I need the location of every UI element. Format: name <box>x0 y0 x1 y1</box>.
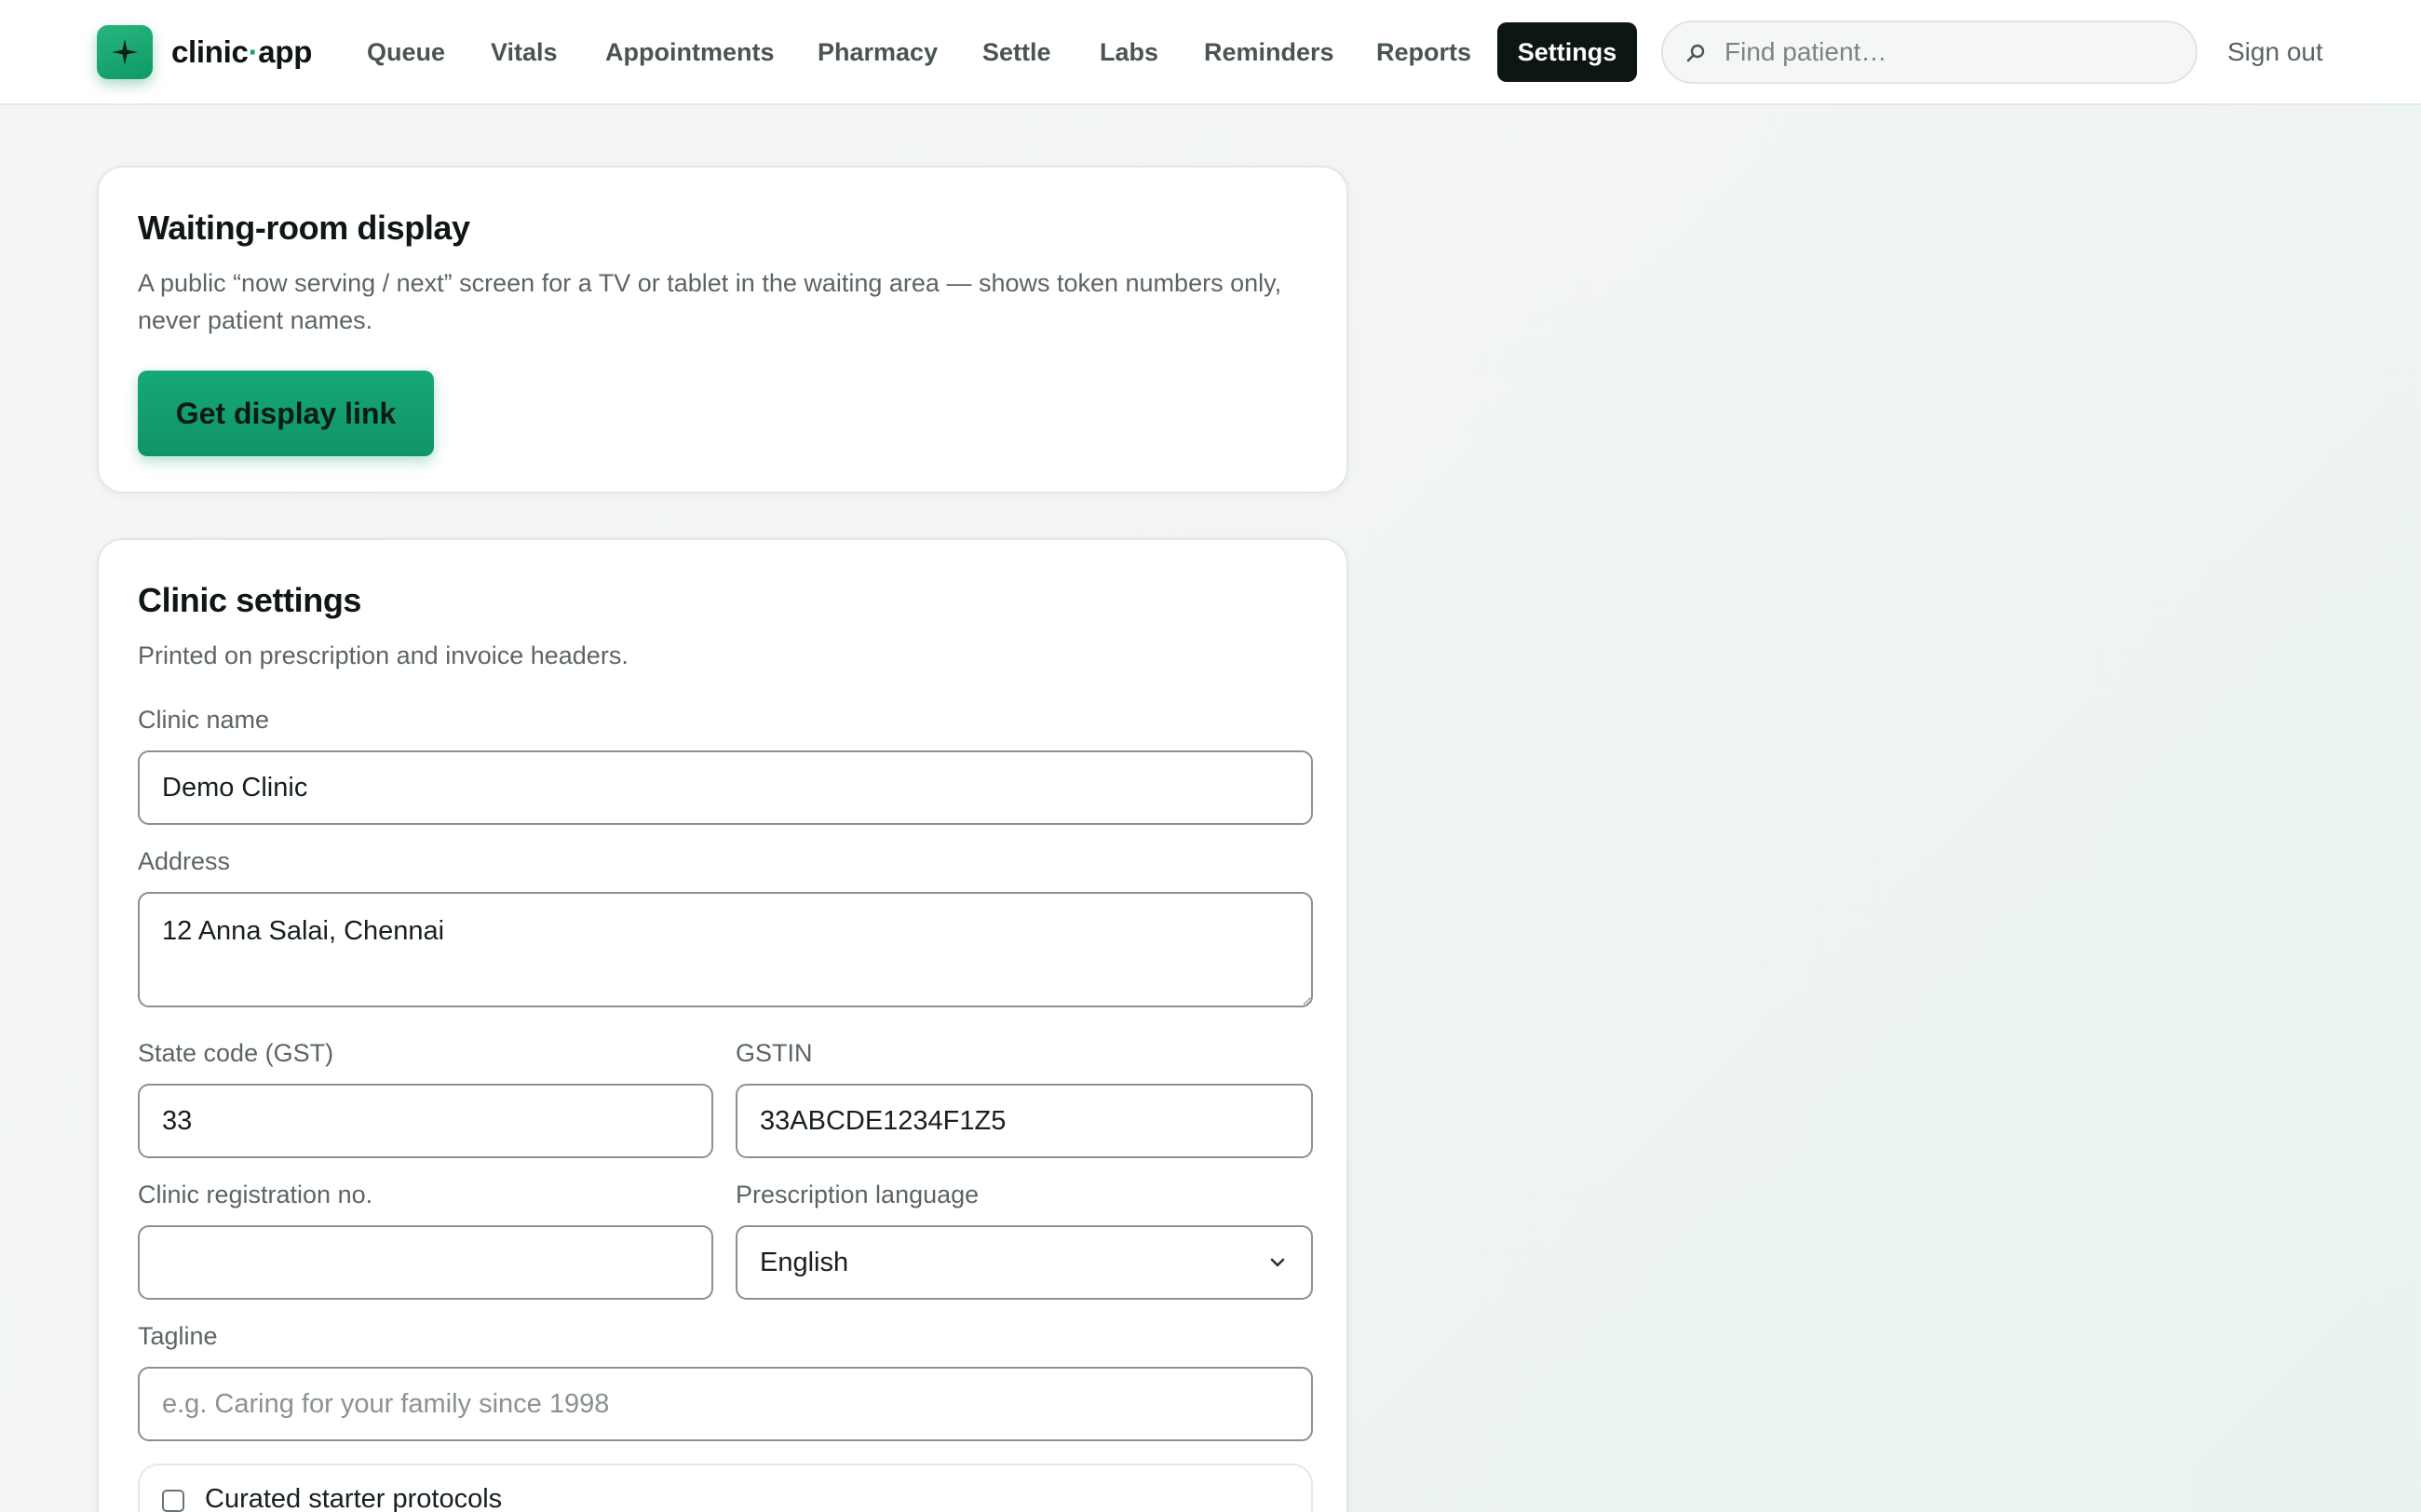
clinic-logo[interactable] <box>97 25 153 79</box>
sign-out-link[interactable]: Sign out <box>2227 26 2323 78</box>
starter-protocols-label: Curated starter protocols <box>205 1484 503 1512</box>
search-icon <box>1686 44 1705 62</box>
nav-labs[interactable]: Labs <box>1100 26 1158 78</box>
top-navbar: clinic·app Queue Vitals Appointments Pha… <box>0 0 2421 105</box>
prescription-language-select[interactable]: English <box>736 1225 1313 1300</box>
brand-name-part-1: clinic <box>171 34 249 69</box>
patient-search[interactable] <box>1661 20 2198 84</box>
brand-name[interactable]: clinic·app <box>171 30 312 74</box>
clinic-name-label: Clinic name <box>138 706 270 734</box>
state-code-label: State code (GST) <box>138 1039 334 1067</box>
brand-name-part-2: app <box>258 34 313 69</box>
selected-language: English <box>760 1248 849 1277</box>
waiting-room-display-card: Waiting-room display A public “now servi… <box>97 166 1348 493</box>
address-field[interactable]: 12 Anna Salai, Chennai <box>138 892 1313 1007</box>
nav-reports[interactable]: Reports <box>1376 26 1471 78</box>
nav-reminders[interactable]: Reminders <box>1204 26 1334 78</box>
starter-protocols-checkbox[interactable] <box>162 1490 184 1512</box>
nav-queue[interactable]: Queue <box>367 26 445 78</box>
state-code-field[interactable] <box>138 1084 713 1158</box>
tagline-field[interactable] <box>138 1367 1313 1441</box>
nav-settings[interactable]: Settings <box>1497 22 1637 82</box>
gstin-label: GSTIN <box>736 1039 813 1067</box>
search-input[interactable] <box>1724 22 2181 82</box>
nav-vitals[interactable]: Vitals <box>491 26 558 78</box>
tagline-label: Tagline <box>138 1322 218 1350</box>
brand-dot: · <box>248 34 259 69</box>
registration-field[interactable] <box>138 1225 713 1300</box>
nav-pharmacy[interactable]: Pharmacy <box>818 26 938 78</box>
registration-label: Clinic registration no. <box>138 1181 373 1208</box>
clinic-settings-card: Clinic settings Printed on prescription … <box>97 538 1348 1512</box>
address-label: Address <box>138 847 231 875</box>
card-title: Waiting-room display <box>138 209 470 247</box>
starter-protocols-option[interactable]: Curated starter protocols <box>138 1464 1313 1512</box>
get-display-link-button[interactable]: Get display link <box>138 371 434 456</box>
prescription-language-label: Prescription language <box>736 1181 980 1208</box>
clinic-name-field[interactable] <box>138 750 1313 825</box>
nav-settle[interactable]: Settle <box>982 26 1051 78</box>
gstin-field[interactable] <box>736 1084 1313 1158</box>
card-title: Clinic settings <box>138 581 362 619</box>
card-description: Printed on prescription and invoice head… <box>138 641 629 669</box>
nav-appointments[interactable]: Appointments <box>605 26 775 78</box>
sparkle-icon <box>112 39 138 65</box>
chevron-down-icon <box>1270 1258 1285 1267</box>
card-description: A public “now serving / next” screen for… <box>138 269 1282 334</box>
